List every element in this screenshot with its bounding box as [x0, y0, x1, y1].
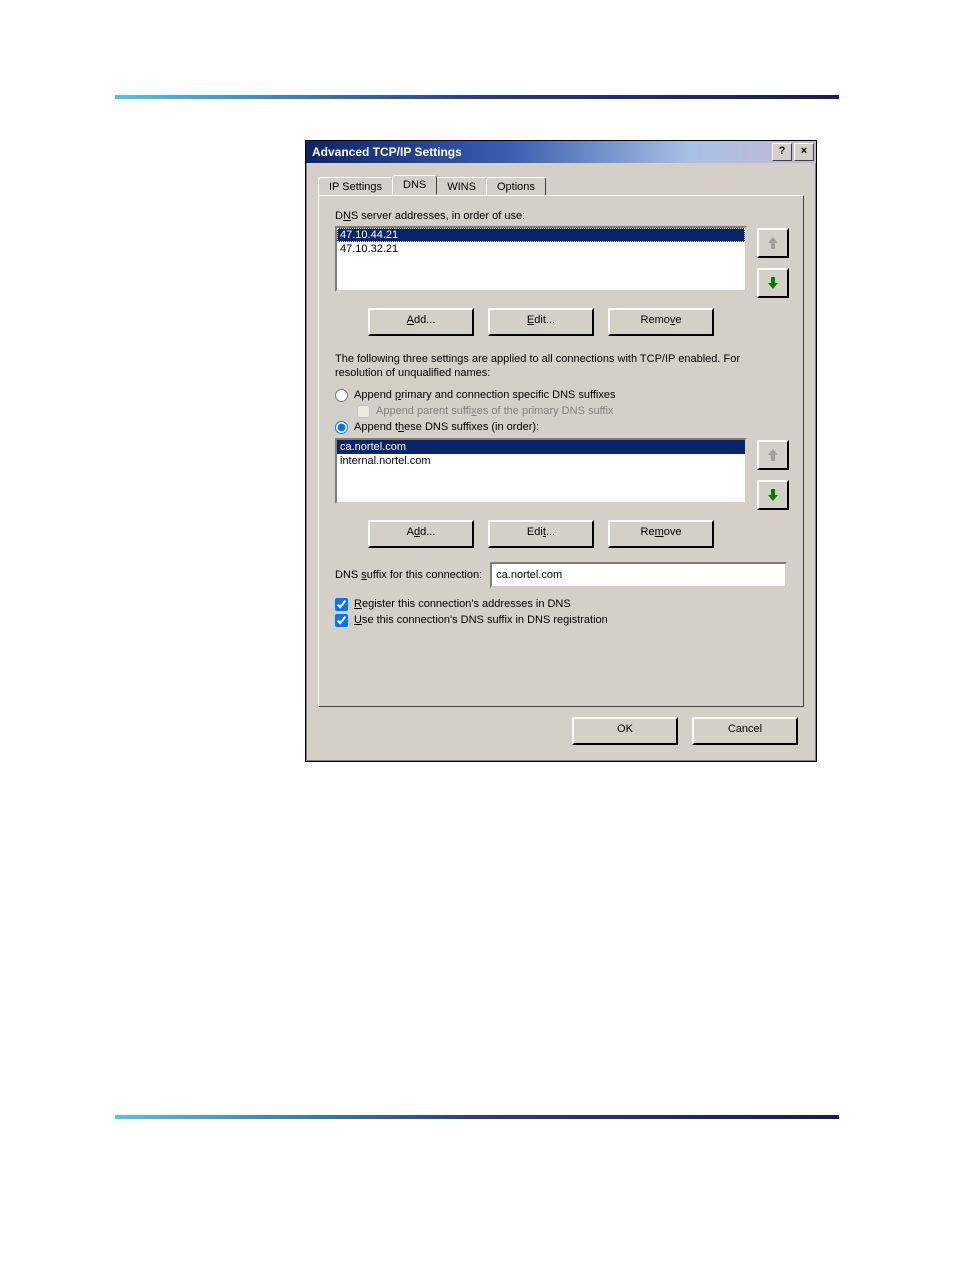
check-use-suffix-dns-input[interactable] [335, 614, 348, 627]
dns-suffix-for-connection-row: DNS suffix for this connection: [335, 562, 787, 588]
check-use-suffix-dns-label: Use this connection's DNS suffix in DNS … [354, 614, 608, 626]
advanced-tcpip-settings-dialog: Advanced TCP/IP Settings ? × IP Settings… [305, 140, 817, 762]
page-bottom-rule [115, 1115, 839, 1119]
move-down-button[interactable] [757, 480, 789, 510]
page-top-rule [115, 95, 839, 99]
move-up-button[interactable] [757, 228, 789, 258]
arrow-up-icon [767, 236, 779, 250]
tab-ip-settings[interactable]: IP Settings [318, 177, 393, 196]
add-server-button[interactable]: Add... [368, 308, 474, 336]
arrow-down-icon [767, 488, 779, 502]
check-append-parent-label: Append parent suffixes of the primary DN… [376, 405, 613, 417]
check-register-dns[interactable]: Register this connection's addresses in … [335, 598, 787, 611]
check-register-dns-label: Register this connection's addresses in … [354, 598, 571, 610]
list-item[interactable]: 47.10.44.21 [337, 228, 745, 242]
dns-suffixes-listbox[interactable]: ca.nortel.com internal.nortel.com [335, 438, 747, 504]
add-suffix-button[interactable]: Add... [368, 520, 474, 548]
list-item[interactable]: internal.nortel.com [337, 454, 745, 468]
edit-suffix-button[interactable]: Edit... [488, 520, 594, 548]
tabstrip: IP Settings DNS WINS Options [318, 173, 804, 195]
tab-options[interactable]: Options [486, 177, 546, 196]
move-up-button[interactable] [757, 440, 789, 470]
dns-servers-label: DNS server addresses, in order of use: [335, 210, 787, 222]
radio-append-these-label: Append these DNS suffixes (in order): [354, 421, 539, 433]
tab-wins[interactable]: WINS [436, 177, 487, 196]
dns-suffix-for-connection-label: DNS suffix for this connection: [335, 569, 482, 581]
close-button[interactable]: × [794, 143, 814, 161]
check-append-parent: Append parent suffixes of the primary DN… [357, 405, 787, 418]
radio-append-primary-input[interactable] [335, 389, 348, 402]
dns-servers-reorder [757, 226, 787, 298]
help-button[interactable]: ? [772, 143, 792, 161]
radio-append-primary-label: Append primary and connection specific D… [354, 389, 616, 401]
radio-append-primary[interactable]: Append primary and connection specific D… [335, 389, 787, 402]
window-title: Advanced TCP/IP Settings [312, 145, 770, 159]
radio-append-these[interactable]: Append these DNS suffixes (in order): [335, 421, 787, 434]
explain-text: The following three settings are applied… [335, 352, 787, 381]
dns-suffix-for-connection-input[interactable] [490, 562, 787, 588]
remove-server-button[interactable]: Remove [608, 308, 714, 336]
list-item[interactable]: 47.10.32.21 [337, 242, 745, 256]
radio-append-these-input[interactable] [335, 421, 348, 434]
titlebar[interactable]: Advanced TCP/IP Settings ? × [306, 141, 816, 163]
dns-suffixes-reorder [757, 438, 787, 510]
arrow-down-icon [767, 276, 779, 290]
dns-suffixes-buttons: Add... Edit... Remove [335, 520, 787, 548]
check-append-parent-input [357, 405, 370, 418]
remove-suffix-button[interactable]: Remove [608, 520, 714, 548]
check-register-dns-input[interactable] [335, 598, 348, 611]
move-down-button[interactable] [757, 268, 789, 298]
dns-servers-buttons: Add... Edit... Remove [335, 308, 787, 336]
dns-servers-listbox[interactable]: 47.10.44.21 47.10.32.21 [335, 226, 747, 292]
tab-dns[interactable]: DNS [392, 175, 437, 195]
tabpage-dns: DNS server addresses, in order of use: 4… [318, 195, 804, 707]
cancel-button[interactable]: Cancel [692, 717, 798, 745]
ok-button[interactable]: OK [572, 717, 678, 745]
dialog-client: IP Settings DNS WINS Options DNS server … [306, 163, 816, 761]
edit-server-button[interactable]: Edit... [488, 308, 594, 336]
check-use-suffix-dns[interactable]: Use this connection's DNS suffix in DNS … [335, 614, 787, 627]
list-item[interactable]: ca.nortel.com [337, 440, 745, 454]
arrow-up-icon [767, 448, 779, 462]
dialog-buttons: OK Cancel [318, 707, 804, 749]
